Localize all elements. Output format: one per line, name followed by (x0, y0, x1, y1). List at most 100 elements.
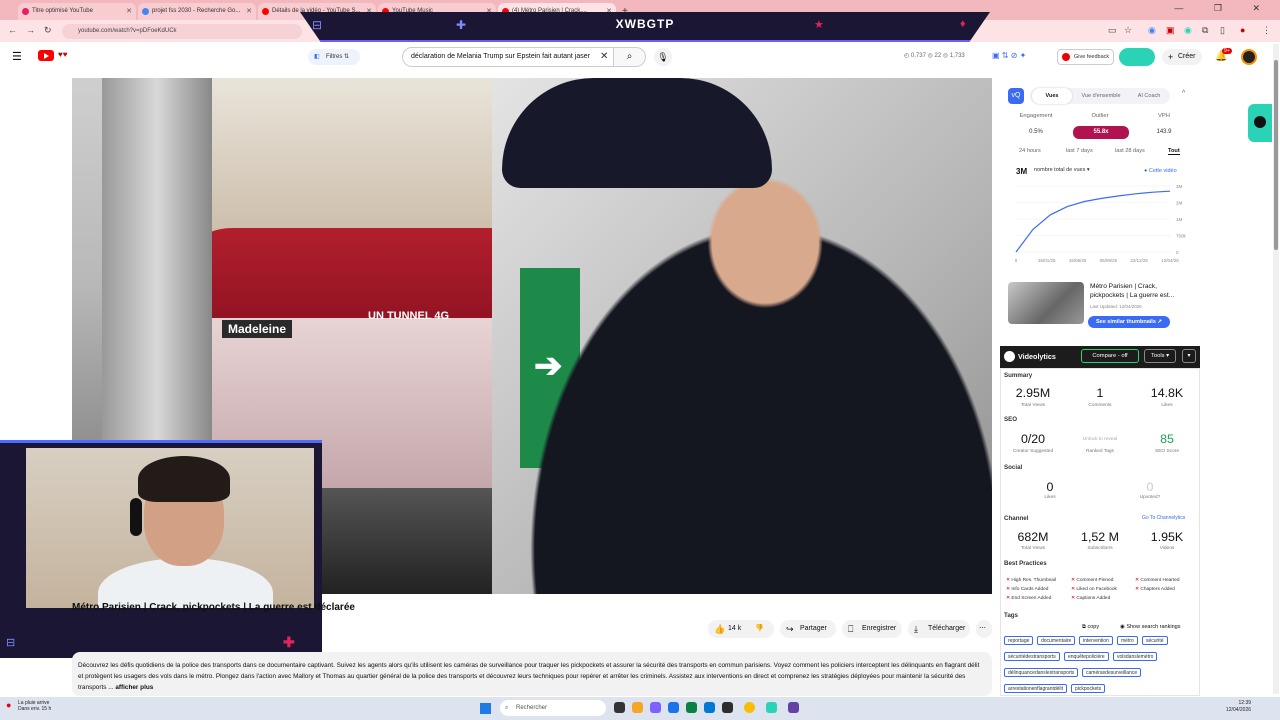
obs-icon[interactable] (788, 702, 799, 713)
tab-overview[interactable]: Vue d'ensemble (1074, 88, 1128, 104)
total-views-big: 3M (1016, 167, 1028, 176)
window-controls[interactable]: — ❐ ✕ (1174, 3, 1274, 14)
collapse-chevron-icon[interactable]: ^ (1182, 90, 1185, 97)
app-icon[interactable] (668, 702, 679, 713)
more-actions-button[interactable]: ⋯ (976, 620, 992, 638)
range-all[interactable]: Tout (1168, 148, 1180, 155)
tab-2[interactable]: projet fss 2030 - Recherche Go... ✕ (138, 3, 256, 20)
search-input[interactable]: déclaration de Melania Trump sur Epstein… (402, 47, 614, 67)
similar-video-title[interactable]: Métro Parisien | Crack, pickpockets | La… (1090, 282, 1190, 300)
voice-search-button[interactable]: 🎙 (654, 48, 672, 66)
download-button[interactable]: ⤓ Télécharger (908, 620, 970, 638)
weather-alert-icon: ● (6, 700, 12, 710)
app-icon[interactable] (722, 702, 733, 713)
similar-video-thumbnail[interactable] (1008, 282, 1084, 324)
give-feedback-button[interactable]: Give feedback (1057, 49, 1114, 65)
tag-chip[interactable]: délinquancedanslestransports (1004, 668, 1079, 677)
search-icon: ⌕ (505, 705, 509, 711)
app-icon[interactable] (766, 702, 777, 713)
hamburger-menu-icon[interactable]: ☰ (12, 50, 22, 63)
like-button[interactable]: 👍 14 k 👎 (708, 620, 774, 638)
tag-chip[interactable]: volsdanslemétro (1113, 652, 1158, 661)
range-28d[interactable]: last 28 days (1115, 148, 1145, 154)
extension-icon[interactable]: ◉ (1148, 25, 1156, 36)
tag-chip[interactable]: arrestationenflagrantdélit (1004, 684, 1068, 693)
series-line (1015, 190, 1171, 253)
account-avatar[interactable] (1241, 49, 1257, 65)
metric-dropdown[interactable]: nombre total de vues ▾ (1034, 167, 1090, 173)
copy-tags-button[interactable]: ⧉ copy (1082, 624, 1099, 631)
tag-chip[interactable]: intervention (1079, 636, 1113, 645)
taskbar-search[interactable]: ⌕ Rechercher (500, 700, 606, 716)
tag-chip[interactable]: sécurité (1142, 636, 1168, 645)
share-button[interactable]: ↪ Partager (780, 620, 836, 638)
extension-logo-icon (1254, 116, 1266, 128)
best-practice-item: ✕ End Screen Added (1006, 596, 1052, 601)
overlay-plus-icon: ✚ (283, 634, 295, 650)
store-icon[interactable] (704, 702, 715, 713)
go-to-channelytics-link[interactable]: Go To Channelytics (1142, 515, 1185, 521)
extension-icon[interactable]: ◉ (1184, 25, 1192, 36)
video-description[interactable]: Découvrez les défis quotidiens de la pol… (72, 652, 992, 696)
tag-chip[interactable]: enquêtepolicière (1064, 652, 1109, 661)
tab-vues[interactable]: Vues (1032, 88, 1072, 104)
extension-icon[interactable]: ▣ (1166, 25, 1175, 36)
range-7d[interactable]: last 7 days (1066, 148, 1093, 154)
tab-favicon-icon (262, 8, 269, 15)
similar-video-meta: Last Updated: 12/04/2026 (1090, 304, 1142, 309)
clear-search-icon[interactable]: ✕ (600, 51, 608, 62)
show-more-link[interactable]: afficher plus (115, 684, 153, 691)
tab-1[interactable]: Titre optimisé YouTube ✕ (18, 3, 136, 20)
show-search-rankings-toggle[interactable]: ◉ Show search rankings (1120, 624, 1180, 630)
extension-icon[interactable]: ▭ (1108, 25, 1117, 36)
profile-icon[interactable]: ● (1240, 25, 1245, 35)
range-24h[interactable]: 24 hours (1019, 148, 1041, 154)
extension-icons[interactable]: ▣ ⇅ ⊘ ✦ (992, 51, 1026, 60)
total-views-label: Total Views (1020, 403, 1046, 408)
tab-ai-coach[interactable]: AI Coach (1130, 88, 1168, 104)
tag-chip[interactable]: pickpockets (1071, 684, 1106, 693)
menu-dots-icon[interactable]: ⋮ (1262, 25, 1271, 36)
chrome-icon[interactable] (744, 702, 755, 713)
tag-chip[interactable]: reportage (1004, 636, 1034, 645)
file-explorer-icon[interactable] (632, 702, 643, 713)
tag-chip[interactable]: documentaire (1037, 636, 1076, 645)
chevron-down-icon[interactable]: ▾ (1182, 349, 1196, 363)
youtube-logo-icon[interactable] (38, 50, 54, 61)
tag-chip[interactable]: métro (1117, 636, 1138, 645)
close-icon[interactable]: ✕ (246, 3, 252, 20)
thumbs-down-icon[interactable]: 👎 (755, 625, 764, 632)
tag-chip[interactable]: camérasdesurveillance (1082, 668, 1142, 677)
puzzle-icon[interactable]: ⧉ (1202, 25, 1208, 36)
sidebar-icon[interactable]: ▯ (1220, 25, 1225, 36)
ranked-tags-locked[interactable]: Unlock to reveal (1070, 437, 1130, 442)
see-similar-thumbnails-button[interactable]: See similar thumbnails ↗ (1088, 316, 1170, 328)
extension-toggle-button[interactable] (1119, 48, 1155, 66)
station-sign: Madeleine (222, 320, 293, 338)
engagement-value: 0.5% (1029, 129, 1043, 135)
likes-label: Likes (1161, 403, 1173, 408)
scrollbar-thumb[interactable] (1274, 60, 1278, 250)
task-view-icon[interactable] (614, 702, 625, 713)
floating-extension-button[interactable] (1248, 104, 1272, 142)
edge-icon[interactable] (686, 702, 697, 713)
tag-chip[interactable]: sécuritédestransports (1004, 652, 1060, 661)
filters-button[interactable]: ◧ Filtres ⇅ (308, 49, 360, 65)
tools-dropdown-button[interactable]: Tools ▾ (1144, 349, 1176, 363)
app-icon[interactable] (650, 702, 661, 713)
windows-start-icon[interactable] (480, 703, 491, 714)
search-button[interactable]: ⌕ (614, 47, 646, 67)
url-field[interactable]: youtube.com/watch?v=pDFoeKdUCk (62, 24, 302, 39)
compare-toggle-button[interactable]: Compare - off (1081, 349, 1139, 363)
system-clock[interactable]: 12:39 12/04/2026 (1226, 700, 1251, 714)
save-button[interactable]: ⎕ Enregistrer (842, 620, 902, 638)
overlay-star-icon: ★ (814, 19, 824, 31)
close-icon[interactable]: ✕ (126, 3, 132, 20)
create-button[interactable]: + Créer (1162, 49, 1202, 65)
search-icon: ⌕ (626, 51, 633, 62)
back-icon[interactable]: ← (8, 25, 17, 35)
weather-widget[interactable]: La pluie arrive Dans env. 15 h (18, 700, 51, 712)
forward-icon[interactable]: → (26, 25, 35, 35)
reload-icon[interactable]: ↻ (44, 25, 52, 36)
bookmark-star-icon[interactable]: ☆ (1124, 25, 1132, 36)
